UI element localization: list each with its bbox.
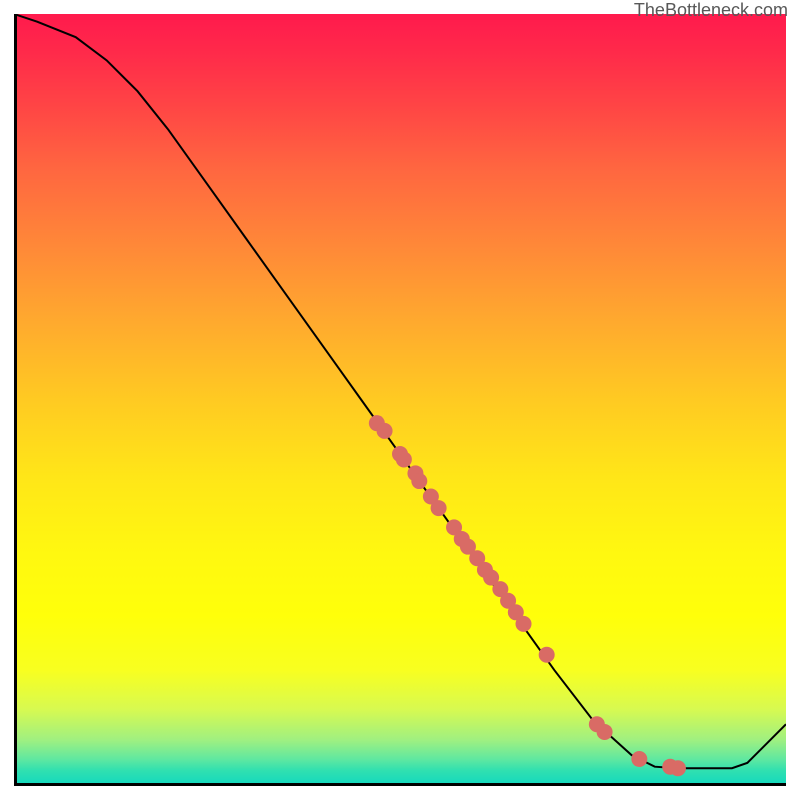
data-point bbox=[539, 647, 555, 663]
data-point bbox=[431, 500, 447, 516]
data-point bbox=[670, 760, 686, 776]
data-point bbox=[396, 451, 412, 467]
bottleneck-curve bbox=[14, 14, 786, 768]
data-point bbox=[631, 751, 647, 767]
curve-group bbox=[14, 14, 786, 768]
data-point bbox=[516, 616, 532, 632]
points-group bbox=[369, 415, 686, 776]
chart-container: TheBottleneck.com bbox=[0, 0, 800, 800]
data-point bbox=[597, 724, 613, 740]
data-point bbox=[411, 473, 427, 489]
data-point bbox=[377, 423, 393, 439]
chart-svg bbox=[14, 14, 786, 786]
